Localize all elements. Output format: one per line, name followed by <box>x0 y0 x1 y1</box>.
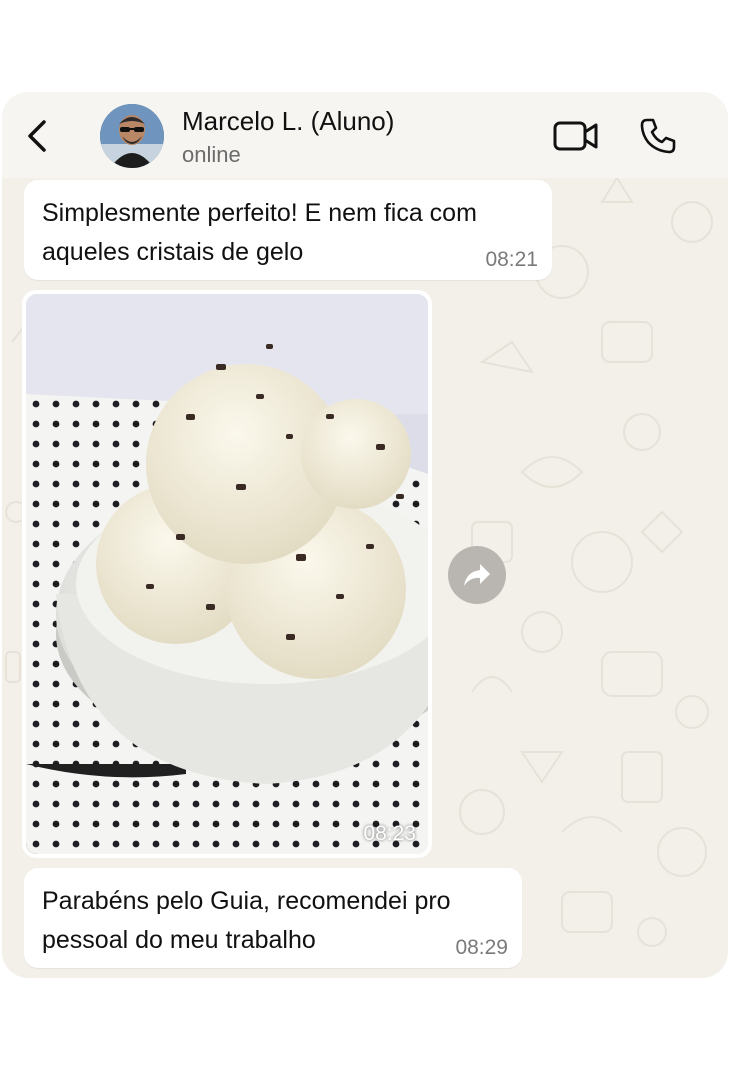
message-bubble[interactable]: Parabéns pelo Guia, recomendei pro pesso… <box>24 868 522 968</box>
message-time: 08:21 <box>485 248 538 271</box>
forward-button[interactable] <box>448 546 506 604</box>
ice-cream-photo[interactable] <box>26 294 428 854</box>
back-button[interactable] <box>24 118 54 154</box>
contact-name[interactable]: Marcelo L. (Aluno) <box>182 106 394 137</box>
message-time: 08:23 <box>363 822 416 845</box>
avatar[interactable] <box>100 104 164 168</box>
contact-status: online <box>182 142 241 167</box>
message-time: 08:29 <box>455 936 508 959</box>
phone-icon <box>640 118 676 154</box>
message-text: Simplesmente perfeito! E nem fica com aq… <box>42 199 477 266</box>
voice-call-button[interactable] <box>638 116 678 156</box>
photo-image <box>26 294 428 854</box>
chat-window: Marcelo L. (Aluno) online Simplesmente p… <box>2 92 728 978</box>
chat-header: Marcelo L. (Aluno) online <box>2 92 728 178</box>
video-call-button[interactable] <box>552 118 600 154</box>
image-message[interactable]: 08:23 <box>22 290 432 858</box>
message-text: Parabéns pelo Guia, recomendei pro pesso… <box>42 887 451 954</box>
contact-photo <box>100 104 164 168</box>
chevron-left-icon <box>28 120 46 152</box>
forward-icon <box>464 564 490 586</box>
message-bubble[interactable]: Simplesmente perfeito! E nem fica com aq… <box>24 180 552 280</box>
video-camera-icon <box>553 121 598 151</box>
